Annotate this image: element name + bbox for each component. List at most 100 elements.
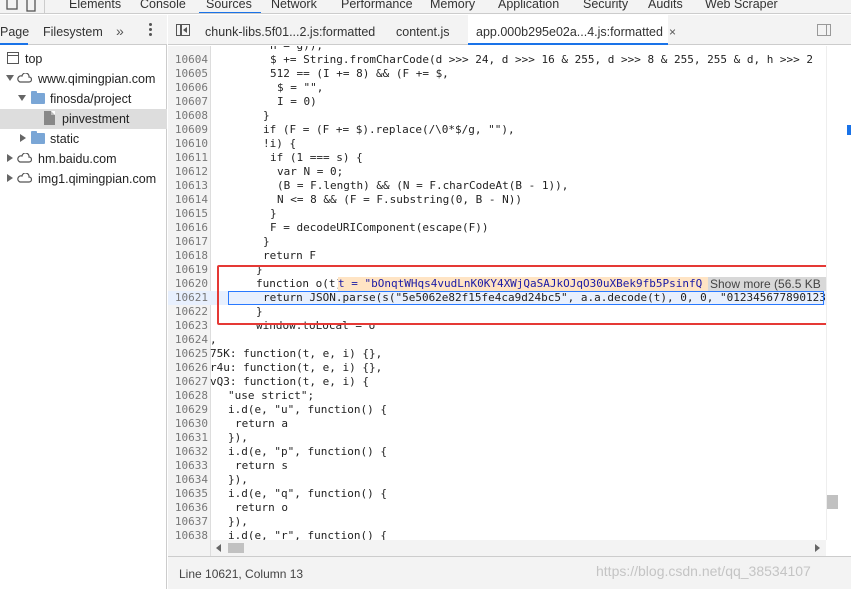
line-number[interactable]: 10628 [168, 389, 208, 403]
chevron-down-icon[interactable] [6, 75, 14, 81]
chevron-down-icon[interactable] [18, 95, 26, 101]
tab-page[interactable]: Page [0, 25, 29, 39]
tab-web-scraper[interactable]: Web Scraper [705, 0, 778, 11]
line-number[interactable]: 10637 [168, 515, 208, 529]
line-number[interactable]: 10611 [168, 151, 208, 165]
editor-tab-label: content.js [396, 25, 450, 39]
code-text: vQ3: function(t, e, i) { [210, 375, 369, 388]
line-number[interactable]: 10631 [168, 431, 208, 445]
editor-tab-content-js[interactable]: content.js [396, 15, 450, 45]
line-number[interactable]: 10627 [168, 375, 208, 389]
line-number[interactable]: 10638 [168, 529, 208, 540]
code-line: 10630 return a [168, 417, 826, 431]
code-line: 10629 i.d(e, "u", function() { [168, 403, 826, 417]
chevron-right-icon[interactable] [7, 154, 13, 162]
tree-item-top[interactable]: top [0, 49, 167, 69]
line-number[interactable]: 10617 [168, 235, 208, 249]
line-number[interactable]: 10630 [168, 417, 208, 431]
cloud-icon [17, 73, 32, 83]
breakpoint-marker [847, 125, 851, 135]
line-number[interactable]: 10620 [168, 277, 208, 291]
device-toolbar-icon[interactable] [24, 0, 38, 12]
tab-application[interactable]: Application [498, 0, 559, 11]
toggle-navigator-icon[interactable] [176, 24, 190, 36]
line-number[interactable]: 10636 [168, 501, 208, 515]
code-line: 10636 return o [168, 501, 826, 515]
line-number[interactable]: 10618 [168, 249, 208, 263]
code-line: 10614 N <= 8 && (F = F.substring(0, B - N… [168, 193, 826, 207]
code-text: return s [235, 459, 288, 472]
tab-elements[interactable]: Elements [69, 0, 121, 11]
code-text: 512 == (I += 8) && (F += $, [270, 67, 449, 80]
inspect-icon[interactable] [6, 0, 20, 12]
line-number[interactable]: 10629 [168, 403, 208, 417]
line-number[interactable]: 10634 [168, 473, 208, 487]
line-number[interactable]: 10609 [168, 123, 208, 137]
line-number[interactable]: 10604 [168, 53, 208, 67]
scrollbar-thumb[interactable] [827, 495, 838, 509]
tab-memory[interactable]: Memory [430, 0, 475, 11]
line-number[interactable]: 10624 [168, 333, 208, 347]
toggle-debugger-icon[interactable] [817, 24, 831, 36]
scroll-left-icon[interactable] [216, 544, 221, 552]
code-text: i.d(e, "q", function() { [228, 487, 387, 500]
line-number[interactable]: 10610 [168, 137, 208, 151]
line-number[interactable]: 10614 [168, 193, 208, 207]
tab-filesystem[interactable]: Filesystem [43, 25, 103, 39]
tree-item-static[interactable]: static [0, 129, 167, 149]
tree-item-img1-qimingpian[interactable]: img1.qimingpian.com [0, 169, 167, 189]
tab-console[interactable]: Console [140, 0, 186, 11]
line-number[interactable]: 10606 [168, 81, 208, 95]
editor-tab-chunk-libs[interactable]: chunk-libs.5f01...2.js:formatted [205, 15, 375, 45]
tree-item-hm-baidu[interactable]: hm.baidu.com [0, 149, 167, 169]
chevron-right-icon[interactable] [7, 174, 13, 182]
tab-audits[interactable]: Audits [648, 0, 683, 11]
line-number[interactable]: 10605 [168, 67, 208, 81]
code-line: 10632 i.d(e, "p", function() { [168, 445, 826, 459]
code-text: }), [228, 431, 248, 444]
line-number[interactable]: 10612 [168, 165, 208, 179]
chevron-right-icon[interactable] [20, 134, 26, 142]
line-number[interactable]: 10635 [168, 487, 208, 501]
tab-sources[interactable]: Sources [206, 0, 252, 11]
line-number[interactable]: 10608 [168, 109, 208, 123]
vertical-scrollbar[interactable] [826, 46, 851, 540]
active-tab-indicator [199, 12, 261, 13]
line-number[interactable]: 10621 [168, 291, 208, 305]
devtools-tab-bar: Elements Console Sources Network Perform… [0, 0, 851, 14]
tree-item-finosda-project[interactable]: finosda/project [0, 89, 167, 109]
close-tab-icon[interactable]: × [669, 25, 676, 39]
line-number[interactable]: 10616 [168, 221, 208, 235]
line-number[interactable]: 10625 [168, 347, 208, 361]
editor-tab-app-js[interactable]: app.000b295e02a...4.js:formatted × [468, 15, 676, 46]
code-line: 10625 75K: function(t, e, i) {}, [168, 347, 826, 361]
more-tabs-icon[interactable]: » [116, 23, 124, 39]
code-text: }), [228, 473, 248, 486]
tree-item-pinvestment[interactable]: pinvestment [0, 109, 167, 129]
line-number[interactable]: 10622 [168, 305, 208, 319]
line-number[interactable]: 10633 [168, 459, 208, 473]
line-number[interactable]: 10615 [168, 207, 208, 221]
line-number[interactable]: 10626 [168, 361, 208, 375]
tree-item-label: hm.baidu.com [38, 152, 117, 166]
cloud-icon [17, 173, 32, 183]
code-line: 10611 if (1 === s) { [168, 151, 826, 165]
line-number[interactable]: 10632 [168, 445, 208, 459]
tab-network[interactable]: Network [271, 0, 317, 11]
tab-performance[interactable]: Performance [341, 0, 413, 11]
line-number[interactable]: 10623 [168, 319, 208, 333]
scroll-right-icon[interactable] [815, 544, 820, 552]
code-line: 10605 512 == (I += 8) && (F += $, [168, 67, 826, 81]
tree-item-label: top [25, 52, 43, 66]
horizontal-scrollbar[interactable] [211, 540, 826, 556]
line-number[interactable]: 10607 [168, 95, 208, 109]
code-text: return a [235, 417, 288, 430]
kebab-menu-icon[interactable] [149, 23, 153, 37]
code-text: } [263, 235, 270, 248]
scrollbar-thumb[interactable] [228, 543, 244, 553]
code-text: return o [235, 501, 288, 514]
line-number[interactable]: 10619 [168, 263, 208, 277]
tree-item-qimingpian[interactable]: www.qimingpian.com [0, 69, 167, 89]
line-number[interactable]: 10613 [168, 179, 208, 193]
tab-security[interactable]: Security [583, 0, 628, 11]
